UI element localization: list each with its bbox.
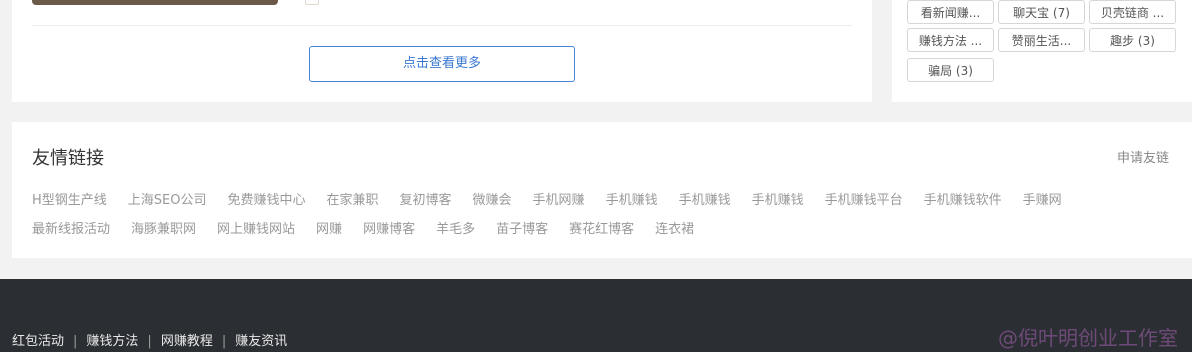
watermark: @倪叶明创业工作室 (998, 326, 1178, 350)
tag-item[interactable]: 赞丽生活... (998, 28, 1085, 52)
friend-link[interactable]: 最新线报活动 (32, 218, 110, 237)
friend-link[interactable]: 手机网赚 (533, 189, 585, 208)
friend-link[interactable]: 上海SEO公司 (128, 189, 207, 208)
tag-item[interactable]: 贝壳链商 ... (1089, 0, 1176, 24)
friend-link[interactable]: 手机赚钱 (752, 189, 804, 208)
friend-link[interactable]: 免费赚钱中心 (227, 189, 305, 208)
small-image-icon (305, 0, 319, 5)
footer-nav: 红包活动 | 赚钱方法 | 网赚教程 | 赚友资讯 (12, 330, 287, 349)
article-thumbnail[interactable] (32, 0, 278, 5)
friend-link[interactable]: 连衣裙 (655, 218, 694, 237)
friend-links-row-1: H型钢生产线 上海SEO公司 免费赚钱中心 在家兼职 复初博客 微赚会 手机网赚 手机赚钱 手机… (32, 189, 1083, 208)
friend-link[interactable]: 网赚 (316, 218, 342, 237)
footer-separator: | (221, 334, 227, 349)
friend-link[interactable]: 手机赚钱 (606, 189, 658, 208)
divider (32, 25, 852, 26)
footer-link[interactable]: 红包活动 (12, 334, 64, 349)
friend-links-row-2: 最新线报活动 海豚兼职网 网上赚钱网站 网赚 网赚博客 羊毛多 苗子博客 赛花红博客 连衣裙 (32, 218, 715, 237)
friend-link[interactable]: 赛花红博客 (569, 218, 634, 237)
tag-item[interactable]: 趣步 (3) (1089, 28, 1176, 52)
footer-link[interactable]: 网赚教程 (161, 334, 213, 349)
footer-link[interactable]: 赚钱方法 (86, 334, 138, 349)
tag-item[interactable]: 聊天宝 (7) (998, 0, 1085, 24)
tag-item[interactable]: 骗局 (3) (907, 58, 994, 82)
friend-link[interactable]: 苗子博客 (496, 218, 548, 237)
friend-link[interactable]: 网赚博客 (363, 218, 415, 237)
friend-link[interactable]: H型钢生产线 (32, 189, 107, 208)
friend-link[interactable]: 网上赚钱网站 (217, 218, 295, 237)
friend-links-title: 友情链接 (32, 148, 104, 169)
friend-link[interactable]: 羊毛多 (436, 218, 475, 237)
friend-link[interactable]: 手机赚钱 (679, 189, 731, 208)
footer-separator: | (147, 334, 152, 349)
tag-item[interactable]: 赚钱方法 ... (907, 28, 994, 52)
tag-item[interactable]: 看新闻赚... (907, 0, 994, 24)
friend-link[interactable]: 手赚网 (1023, 189, 1062, 208)
friend-link[interactable]: 在家兼职 (327, 189, 379, 208)
footer-separator: | (73, 334, 78, 349)
friend-link[interactable]: 手机赚钱平台 (825, 189, 903, 208)
friend-link[interactable]: 复初博客 (400, 189, 452, 208)
footer-link[interactable]: 赚友资讯 (235, 334, 287, 349)
friend-link[interactable]: 手机赚钱软件 (924, 189, 1002, 208)
friend-link[interactable]: 海豚兼职网 (131, 218, 196, 237)
friend-link[interactable]: 微赚会 (473, 189, 512, 208)
load-more-button[interactable]: 点击查看更多 (309, 46, 575, 82)
apply-friend-link[interactable]: 申请友链 (1117, 147, 1169, 166)
